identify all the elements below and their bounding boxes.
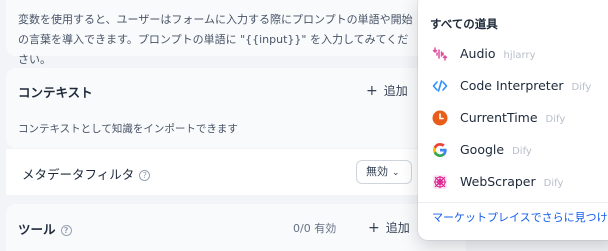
- tool-author-code-interpreter: Dify: [571, 82, 592, 93]
- tools-add-label: 追加: [385, 221, 410, 235]
- metadata-filter-label: メタデータフィルタ?: [22, 164, 151, 183]
- tools-enabled-count: 0/0 有効: [293, 222, 337, 235]
- context-add-label: 追加: [383, 84, 408, 98]
- code-icon: [432, 80, 448, 92]
- audio-icon: [432, 47, 448, 61]
- variables-hint-card: 変数を使用すると、ユーザーはフォームに入力する際にプロンプトの単語や開始の言葉を…: [6, 0, 466, 66]
- context-description: コンテキストとして知識をインポートできます: [18, 123, 238, 135]
- tool-item-google[interactable]: Google Dify: [418, 136, 608, 164]
- google-icon: [433, 143, 447, 157]
- tools-title-text: ツール: [18, 222, 56, 237]
- tool-author-webscraper: Dify: [543, 178, 564, 189]
- context-title: コンテキスト: [18, 85, 93, 100]
- tool-name-webscraper: WebScraper: [460, 174, 536, 189]
- tool-name-code-interpreter: Code Interpreter: [460, 78, 564, 93]
- context-section: コンテキスト + 追加 コンテキストとして知識をインポートできます: [6, 68, 466, 148]
- tool-name-google: Google: [460, 142, 505, 157]
- dropdown-title: すべての道具: [430, 17, 498, 31]
- tool-item-webscraper[interactable]: WebScraper Dify: [418, 168, 608, 196]
- plus-icon: +: [366, 83, 378, 99]
- help-icon[interactable]: ?: [60, 225, 72, 236]
- help-icon[interactable]: ?: [139, 170, 151, 181]
- plus-icon: +: [368, 220, 380, 236]
- chevron-down-icon: ⌄: [392, 168, 400, 178]
- metadata-filter-row: メタデータフィルタ? 無効 ⌄: [6, 149, 466, 195]
- clock-icon: [432, 110, 448, 126]
- tool-author-currenttime: Dify: [545, 114, 566, 125]
- tool-name-audio: Audio: [460, 46, 496, 61]
- metadata-filter-value: 無効: [366, 165, 388, 178]
- variables-hint-text: 変数を使用すると、ユーザーはフォームに入力する際にプロンプトの単語や開始の言葉を…: [18, 13, 413, 66]
- tool-item-currenttime[interactable]: CurrentTime Dify: [418, 104, 608, 132]
- webscraper-icon: [433, 175, 447, 189]
- tool-author-google: Dify: [512, 146, 532, 157]
- marketplace-link[interactable]: マーケットプレイスでさらに見つけてください: [432, 209, 608, 225]
- tools-title: ツール?: [18, 219, 72, 238]
- tools-section: ツール? 0/0 有効 + 追加: [6, 204, 466, 251]
- tools-dropdown: すべての道具 Audio hjlarry Code Interpreter Dify…: [418, 0, 608, 240]
- tools-add-button[interactable]: + 追加: [368, 219, 410, 236]
- tool-item-audio[interactable]: Audio hjlarry: [418, 40, 608, 68]
- tool-author-audio: hjlarry: [503, 50, 536, 61]
- metadata-filter-text: メタデータフィルタ: [22, 167, 135, 182]
- dropdown-divider: [418, 202, 608, 203]
- metadata-filter-select[interactable]: 無効 ⌄: [356, 160, 412, 184]
- context-add-button[interactable]: + 追加: [366, 82, 408, 99]
- tool-item-code-interpreter[interactable]: Code Interpreter Dify: [418, 72, 608, 100]
- tool-name-currenttime: CurrentTime: [460, 110, 538, 125]
